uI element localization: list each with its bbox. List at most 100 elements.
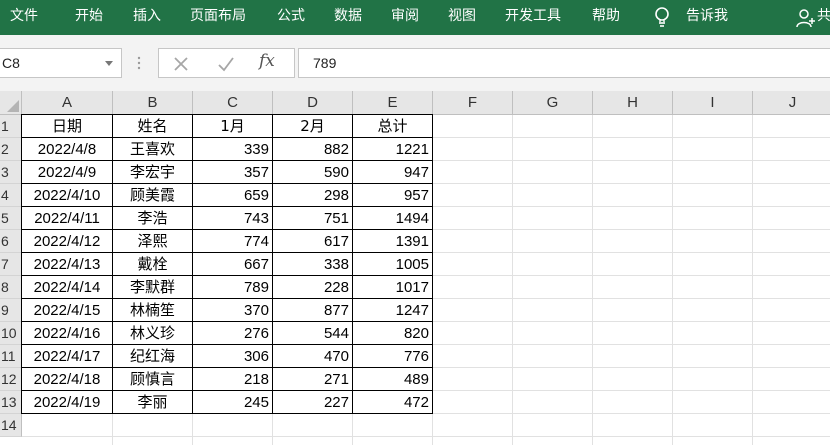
checkmark-icon[interactable]	[217, 56, 235, 72]
table-cell[interactable]: 227	[273, 391, 352, 414]
table-cell[interactable]: 泽熙	[113, 230, 192, 253]
table-cell[interactable]: 370	[193, 299, 272, 322]
row-header-3[interactable]: 3	[0, 161, 22, 184]
column-header-g[interactable]: G	[513, 91, 593, 115]
tab-insert[interactable]: 插入	[133, 0, 161, 35]
row-header-6[interactable]: 6	[0, 230, 22, 253]
tab-file[interactable]: 文件	[10, 0, 38, 35]
name-box[interactable]: C8	[0, 48, 122, 78]
tab-review[interactable]: 审阅	[391, 0, 419, 35]
table-cell[interactable]: 306	[193, 345, 272, 368]
table-cell[interactable]: 2022/4/8	[22, 138, 112, 161]
table-cell[interactable]: 751	[273, 207, 352, 230]
column-header-c[interactable]: C	[193, 91, 273, 115]
table-cell[interactable]: 228	[273, 276, 352, 299]
table-cell[interactable]: 743	[193, 207, 272, 230]
column-header-b[interactable]: B	[113, 91, 193, 115]
table-cell[interactable]: 李丽	[113, 391, 192, 414]
tab-home[interactable]: 开始	[75, 0, 103, 35]
table-cell[interactable]: 820	[353, 322, 432, 345]
tell-me-search[interactable]: 告诉我	[686, 0, 728, 35]
table-cell[interactable]: 2022/4/10	[22, 184, 112, 207]
table-cell[interactable]: 2022/4/14	[22, 276, 112, 299]
table-cell[interactable]: 789	[193, 276, 272, 299]
table-cell[interactable]: 2022/4/19	[22, 391, 112, 414]
column-header-e[interactable]: E	[353, 91, 433, 115]
row-header-12[interactable]: 12	[0, 368, 22, 391]
table-cell[interactable]: 2022/4/9	[22, 161, 112, 184]
row-header-9[interactable]: 9	[0, 299, 22, 322]
table-cell[interactable]: 357	[193, 161, 272, 184]
table-cell[interactable]: 338	[273, 253, 352, 276]
table-header-cell[interactable]: 1月	[193, 115, 272, 138]
row-header-5[interactable]: 5	[0, 207, 22, 230]
table-cell[interactable]: 1005	[353, 253, 432, 276]
tab-data[interactable]: 数据	[334, 0, 362, 35]
table-cell[interactable]: 1221	[353, 138, 432, 161]
table-cell[interactable]: 林义珍	[113, 322, 192, 345]
column-header-h[interactable]: H	[593, 91, 673, 115]
table-cell[interactable]: 李宏宇	[113, 161, 192, 184]
column-header-f[interactable]: F	[433, 91, 513, 115]
row-header-13[interactable]: 13	[0, 391, 22, 414]
table-header-cell[interactable]: 总计	[353, 115, 432, 138]
table-cell[interactable]: 2022/4/16	[22, 322, 112, 345]
tab-formulas[interactable]: 公式	[277, 0, 305, 35]
spreadsheet-grid[interactable]: A B C D E F G H I J 1 2 3 4 5 6 7 8 9 10 11 12 13 14 日期 姓名 1月 2月 总计 2…	[0, 91, 830, 445]
table-cell[interactable]: 纪红海	[113, 345, 192, 368]
row-header-4[interactable]: 4	[0, 184, 22, 207]
table-cell[interactable]: 276	[193, 322, 272, 345]
table-cell[interactable]: 590	[273, 161, 352, 184]
insert-function-icon[interactable]: fx	[259, 51, 275, 71]
table-cell[interactable]: 2022/4/11	[22, 207, 112, 230]
tab-help[interactable]: 帮助	[592, 0, 620, 35]
close-icon[interactable]	[173, 56, 189, 72]
table-cell[interactable]: 245	[193, 391, 272, 414]
column-header-i[interactable]: I	[673, 91, 753, 115]
table-header-cell[interactable]: 姓名	[113, 115, 192, 138]
table-cell[interactable]: 2022/4/13	[22, 253, 112, 276]
tab-view[interactable]: 视图	[448, 0, 476, 35]
table-cell[interactable]: 659	[193, 184, 272, 207]
row-header-1[interactable]: 1	[0, 115, 22, 138]
table-cell[interactable]: 957	[353, 184, 432, 207]
table-cell[interactable]: 218	[193, 368, 272, 391]
share-button[interactable]: 共	[817, 0, 830, 35]
table-cell[interactable]: 882	[273, 138, 352, 161]
column-header-a[interactable]: A	[22, 91, 113, 115]
table-cell[interactable]: 271	[273, 368, 352, 391]
table-cell[interactable]: 774	[193, 230, 272, 253]
select-all-button[interactable]	[0, 91, 22, 115]
table-cell[interactable]: 298	[273, 184, 352, 207]
table-cell[interactable]: 776	[353, 345, 432, 368]
drag-handle-icon[interactable]	[137, 55, 141, 71]
row-header-11[interactable]: 11	[0, 345, 22, 368]
table-cell[interactable]: 489	[353, 368, 432, 391]
row-header-2[interactable]: 2	[0, 138, 22, 161]
row-header-10[interactable]: 10	[0, 322, 22, 345]
table-cell[interactable]: 667	[193, 253, 272, 276]
row-header-14[interactable]: 14	[0, 414, 22, 437]
table-cell[interactable]: 1391	[353, 230, 432, 253]
table-cell[interactable]: 戴栓	[113, 253, 192, 276]
table-header-cell[interactable]: 日期	[22, 115, 112, 138]
column-header-j[interactable]: J	[753, 91, 830, 115]
table-cell[interactable]: 877	[273, 299, 352, 322]
tab-developer[interactable]: 开发工具	[505, 0, 561, 35]
table-cell[interactable]: 顾美霞	[113, 184, 192, 207]
table-cell[interactable]: 顾慎言	[113, 368, 192, 391]
table-cell[interactable]: 470	[273, 345, 352, 368]
table-cell[interactable]: 947	[353, 161, 432, 184]
chevron-down-icon[interactable]	[105, 61, 113, 66]
table-cell[interactable]: 林楠笙	[113, 299, 192, 322]
tab-page-layout[interactable]: 页面布局	[190, 0, 246, 35]
table-cell[interactable]: 李浩	[113, 207, 192, 230]
table-cell[interactable]: 1017	[353, 276, 432, 299]
column-header-d[interactable]: D	[273, 91, 353, 115]
table-cell[interactable]: 339	[193, 138, 272, 161]
table-cell[interactable]: 1494	[353, 207, 432, 230]
formula-input[interactable]: 789	[298, 48, 830, 78]
table-cell[interactable]: 王喜欢	[113, 138, 192, 161]
row-header-7[interactable]: 7	[0, 253, 22, 276]
table-cell[interactable]: 2022/4/12	[22, 230, 112, 253]
